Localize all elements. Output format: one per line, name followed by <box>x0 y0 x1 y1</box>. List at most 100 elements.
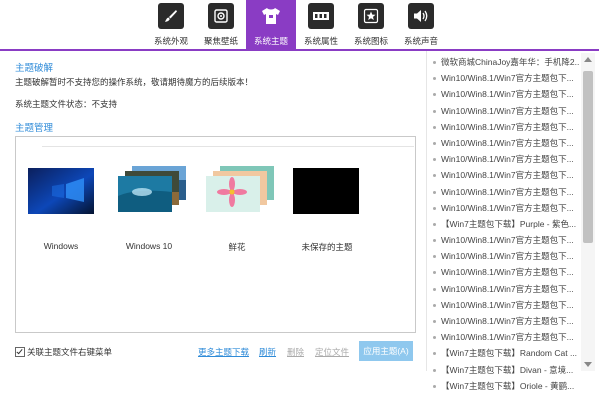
news-title: 【Win7主题包下载】Random Cat ... <box>441 348 578 359</box>
bullet-icon <box>433 61 436 64</box>
news-title: Win10/Win8.1/Win7官方主题包下... <box>441 316 574 326</box>
checkbox-label: 关联主题文件右键菜单 <box>27 347 113 357</box>
news-title: Win10/Win8.1/Win7官方主题包下... <box>441 251 574 262</box>
bullet-icon <box>433 125 436 129</box>
ram-icon <box>308 3 334 29</box>
bullet-icon <box>433 320 436 323</box>
news-item[interactable]: Win10/Win8.1/Win7官方主题包下... <box>432 200 579 216</box>
bullet-icon <box>433 368 436 372</box>
news-item[interactable]: Win10/Win8.1/Win7官方主题包下... <box>432 313 579 329</box>
shirt-icon <box>258 3 284 29</box>
theme-name: 未保存的主题 <box>301 242 353 252</box>
apply-theme-button[interactable]: 应用主题(A) <box>359 341 413 361</box>
tab-label: 系统主题 <box>253 36 288 46</box>
theme-item-windows[interactable]: Windows <box>16 165 106 251</box>
news-item[interactable]: 【Win7主题包下载】Divan - 意境... <box>432 362 579 378</box>
news-item[interactable]: 【Win7主题包下载】Oriole - 黄鹂... <box>432 378 579 394</box>
news-title: Win10/Win8.1/Win7官方主题包下... <box>441 154 574 165</box>
theme-thumbnail <box>16 165 106 221</box>
tab-system-theme[interactable]: 系统主题 <box>246 0 296 49</box>
refresh-link[interactable]: 刷新 <box>259 346 276 358</box>
news-title: Win10/Win8.1/Win7官方主题包下... <box>441 73 574 84</box>
bullet-icon <box>433 303 436 307</box>
news-item[interactable]: 【Win7主题包下载】Purple - 紫色... <box>432 216 579 232</box>
news-item[interactable]: Win10/Win8.1/Win7官方主题包下... <box>432 151 579 167</box>
delete-link[interactable]: 删除 <box>287 346 304 358</box>
news-title: Win10/Win8.1/Win7官方主题包下... <box>441 105 574 116</box>
bullet-icon <box>433 190 436 194</box>
theme-list: Windows Windows 10 鲜花 未保存的主题 <box>15 136 416 333</box>
bullet-icon <box>433 93 436 97</box>
top-toolbar: 系统外观 聚焦壁纸 系统主题 系统属性 系统图标 系统声音 <box>0 0 599 49</box>
bullet-icon <box>433 336 436 340</box>
news-item[interactable]: Win10/Win8.1/Win7官方主题包下... <box>432 103 579 119</box>
bullet-icon <box>433 109 436 113</box>
news-item[interactable]: Win10/Win8.1/Win7官方主题包下... <box>432 86 579 102</box>
bullet-icon <box>433 77 436 81</box>
tab-label: 聚焦壁纸 <box>203 36 238 46</box>
news-item[interactable]: Win10/Win8.1/Win7官方主题包下... <box>432 135 579 151</box>
scroll-thumb[interactable] <box>583 71 593 243</box>
news-title: Win10/Win8.1/Win7官方主题包下... <box>441 283 574 294</box>
bullet-icon <box>433 271 436 275</box>
news-title: Win10/Win8.1/Win7官方主题包下... <box>441 332 574 343</box>
scroll-down-arrow-icon[interactable] <box>584 362 592 367</box>
bullet-icon <box>433 287 436 291</box>
tab-label: 系统声音 <box>403 36 438 46</box>
theme-thumbnail <box>282 165 372 221</box>
theme-name: 鲜花 <box>228 242 246 252</box>
news-title: 【Win7主题包下载】Oriole - 黄鹂... <box>441 380 575 391</box>
bullet-icon <box>433 239 436 243</box>
brush-icon <box>158 3 184 29</box>
tab-system-icons[interactable]: 系统图标 <box>346 0 396 49</box>
tab-system-properties[interactable]: 系统属性 <box>296 0 346 49</box>
bullet-icon <box>433 222 436 226</box>
news-item[interactable]: Win10/Win8.1/Win7官方主题包下... <box>432 70 579 86</box>
theme-thumbnail <box>104 165 194 221</box>
theme-item-unsaved[interactable]: 未保存的主题 <box>282 165 372 253</box>
news-title: Win10/Win8.1/Win7官方主题包下... <box>441 299 574 310</box>
focus-icon <box>208 3 234 29</box>
crack-notice: 主题破解暂时不支持您的操作系统，敬请期待魔方的后续版本！ <box>15 77 254 87</box>
panel-divider <box>426 51 427 371</box>
scroll-up-arrow-icon[interactable] <box>584 57 592 62</box>
news-title: Win10/Win8.1/Win7官方主题包下... <box>441 170 574 181</box>
news-item[interactable]: 【Win7主题包下载】Random Cat ... <box>432 345 579 361</box>
news-item[interactable]: Win10/Win8.1/Win7官方主题包下... <box>432 167 579 183</box>
more-themes-link[interactable]: 更多主题下载 <box>198 346 249 358</box>
bullet-icon <box>433 158 436 162</box>
context-menu-checkbox[interactable] <box>15 347 25 357</box>
news-title: Win10/Win8.1/Win7官方主题包下... <box>441 89 574 100</box>
action-bar: 关联主题文件右键菜单 更多主题下载 刷新 删除 定位文件 应用主题(A) <box>0 341 420 361</box>
news-item[interactable]: Win10/Win8.1/Win7官方主题包下... <box>432 329 579 345</box>
tab-label: 系统外观 <box>153 36 188 46</box>
news-title: 【Win7主题包下载】Purple - 紫色... <box>441 218 577 229</box>
theme-item-flowers[interactable]: 鲜花 <box>192 165 282 253</box>
theme-file-status: 系统主题文件状态：不支持 <box>15 99 118 109</box>
news-item[interactable]: Win10/Win8.1/Win7官方主题包下... <box>432 232 579 248</box>
news-item[interactable]: 微软商城ChinaJoy嘉年华：手机降2... <box>432 54 579 70</box>
news-item[interactable]: Win10/Win8.1/Win7官方主题包下... <box>432 248 579 264</box>
news-item[interactable]: Win10/Win8.1/Win7官方主题包下... <box>432 281 579 297</box>
star-icon <box>358 3 384 29</box>
news-scrollbar[interactable] <box>581 53 595 371</box>
news-item[interactable]: Win10/Win8.1/Win7官方主题包下... <box>432 119 579 135</box>
speaker-icon <box>408 3 434 29</box>
news-title: 微软商城ChinaJoy嘉年华：手机降2... <box>441 57 579 67</box>
tab-focus-wallpaper[interactable]: 聚焦壁纸 <box>196 0 246 49</box>
tab-system-appearance[interactable]: 系统外观 <box>146 0 196 49</box>
theme-name: Windows 10 <box>125 241 173 251</box>
tab-system-sound[interactable]: 系统声音 <box>396 0 446 49</box>
news-title: Win10/Win8.1/Win7官方主题包下... <box>441 186 574 197</box>
news-item[interactable]: Win10/Win8.1/Win7官方主题包下... <box>432 184 579 200</box>
tab-label: 系统图标 <box>353 36 388 46</box>
section-title-crack: 主题破解 <box>15 63 54 74</box>
news-item[interactable]: Win10/Win8.1/Win7官方主题包下... <box>432 264 579 280</box>
bullet-icon <box>433 206 436 210</box>
theme-item-windows-10[interactable]: Windows 10 <box>104 165 194 251</box>
news-title: Win10/Win8.1/Win7官方主题包下... <box>441 267 574 278</box>
locate-file-link[interactable]: 定位文件 <box>315 346 349 358</box>
news-item[interactable]: Win10/Win8.1/Win7官方主题包下... <box>432 297 579 313</box>
news-title: 【Win7主题包下载】Divan - 意境... <box>441 364 574 375</box>
theme-name: Windows <box>43 241 79 251</box>
